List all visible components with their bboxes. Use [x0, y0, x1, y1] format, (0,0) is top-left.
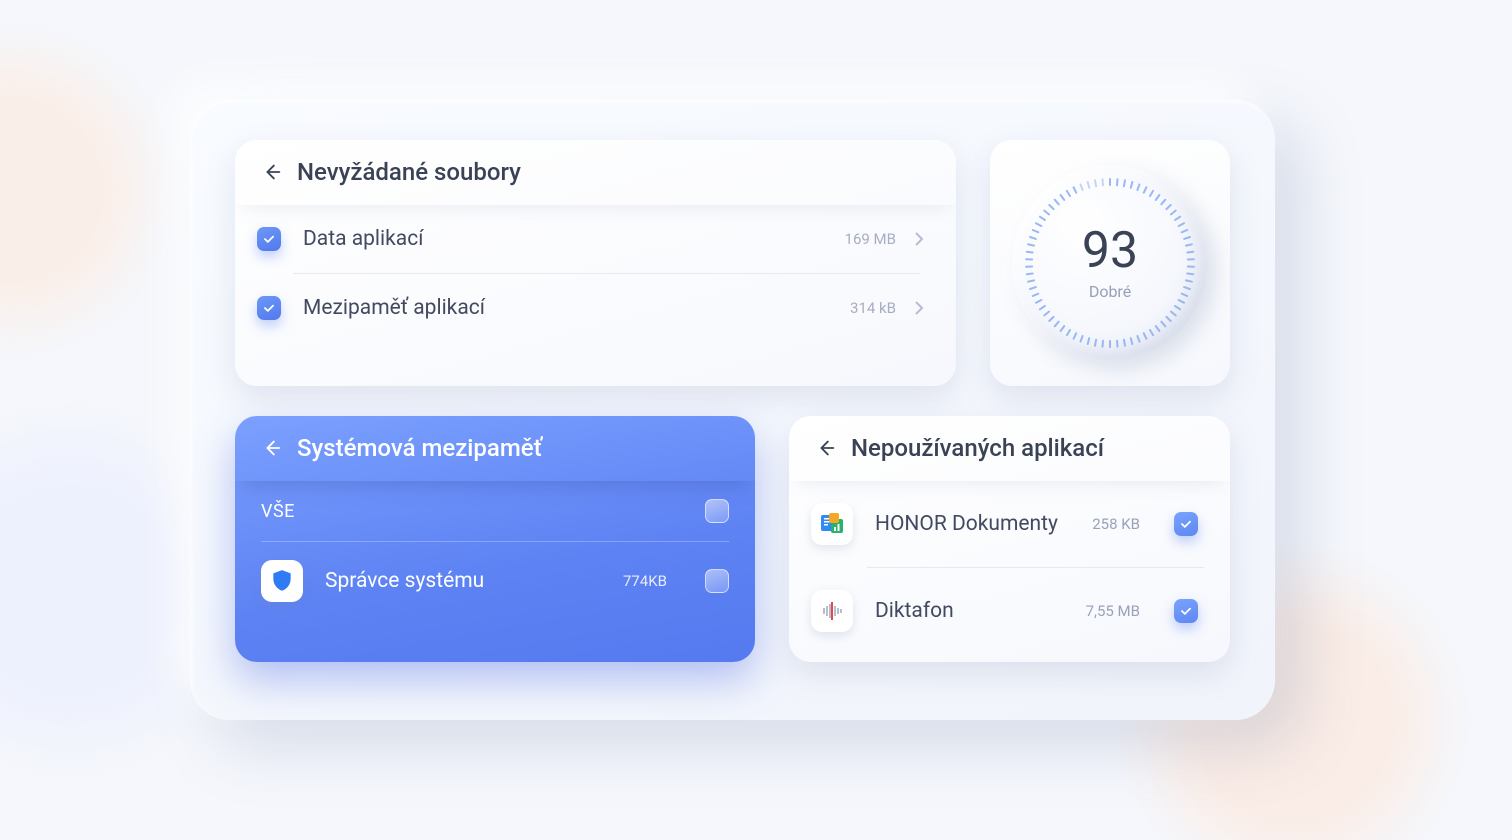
unused-apps-title: Nepoužívaných aplikací [851, 434, 1104, 462]
score-card: 93 Dobré [990, 140, 1230, 386]
junk-files-title: Nevyžádané soubory [297, 158, 521, 186]
unused-apps-header: Nepoužívaných aplikací [789, 416, 1230, 481]
checkbox-unchecked-icon[interactable] [705, 499, 729, 523]
junk-item-app-data[interactable]: Data aplikací 169 MB [235, 205, 956, 273]
docs-icon [811, 503, 853, 545]
system-cache-header: Systémová mezipaměť [235, 416, 755, 481]
unused-app-label: Diktafon [875, 599, 954, 623]
main-panel: Nevyžádané soubory Data aplikací 169 MB … [190, 100, 1275, 720]
back-arrow-icon[interactable] [261, 437, 283, 459]
all-label: VŠE [261, 501, 295, 522]
unused-app-size: 7,55 MB [1086, 602, 1140, 620]
system-cache-card: Systémová mezipaměť VŠE Správce systému … [235, 416, 755, 662]
dial-ticks-icon [1024, 177, 1196, 349]
chevron-right-icon [914, 300, 924, 316]
checkbox-checked-icon[interactable] [257, 296, 281, 320]
junk-item-label: Data aplikací [303, 227, 423, 251]
unused-app-label: HONOR Dokumenty [875, 512, 1058, 536]
back-arrow-icon[interactable] [261, 161, 283, 183]
junk-item-size: 169 MB [845, 230, 896, 248]
unused-app-size: 258 KB [1092, 515, 1140, 533]
unused-app-item[interactable]: Diktafon 7,55 MB [789, 568, 1230, 654]
score-dial: 93 Dobré [1012, 165, 1208, 361]
unused-app-item[interactable]: HONOR Dokumenty 258 KB [789, 481, 1230, 567]
system-cache-all-row[interactable]: VŠE [235, 481, 755, 541]
chevron-right-icon [914, 231, 924, 247]
junk-files-card: Nevyžádané soubory Data aplikací 169 MB … [235, 140, 956, 386]
junk-item-size: 314 kB [850, 299, 896, 317]
system-cache-item-size: 774KB [623, 572, 667, 590]
shield-icon [261, 560, 303, 602]
system-cache-item[interactable]: Správce systému 774KB [235, 542, 755, 620]
system-cache-title: Systémová mezipaměť [297, 434, 542, 462]
junk-files-header: Nevyžádané soubory [235, 140, 956, 205]
system-cache-item-label: Správce systému [325, 569, 484, 593]
checkbox-checked-icon[interactable] [1174, 512, 1198, 536]
back-arrow-icon[interactable] [815, 437, 837, 459]
checkbox-checked-icon[interactable] [257, 227, 281, 251]
unused-apps-card: Nepoužívaných aplikací HONOR Dokumenty 2… [789, 416, 1230, 662]
checkbox-checked-icon[interactable] [1174, 599, 1198, 623]
checkbox-unchecked-icon[interactable] [705, 569, 729, 593]
junk-item-label: Mezipaměť aplikací [303, 296, 485, 320]
recorder-icon [811, 590, 853, 632]
decorative-blob [0, 20, 180, 360]
junk-item-app-cache[interactable]: Mezipaměť aplikací 314 kB [235, 274, 956, 342]
